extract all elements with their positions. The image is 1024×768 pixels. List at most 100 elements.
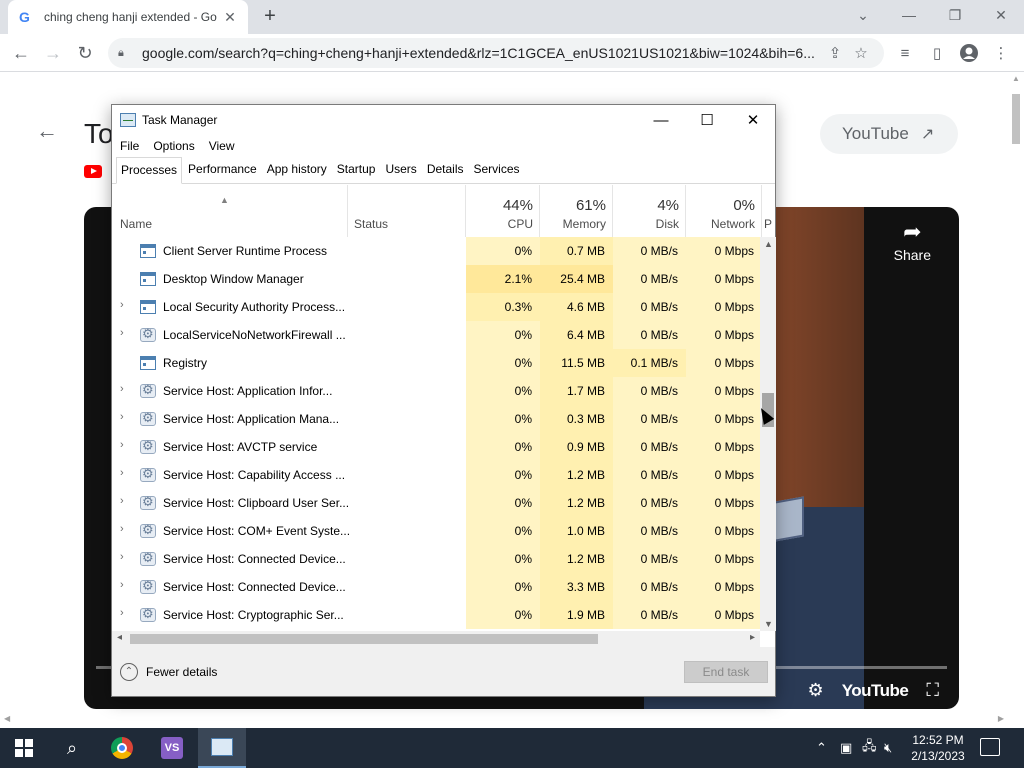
- process-row[interactable]: Client Server Runtime Process 0% 0.7 MB 0 M…: [112, 237, 762, 265]
- url-text[interactable]: google.com/search?q=ching+cheng+hanji+ex…: [142, 45, 822, 61]
- close-window-button[interactable]: ✕: [978, 0, 1024, 30]
- process-row[interactable]: › Service Host: AVCTP service 0%0.9 MB0 MB…: [112, 433, 762, 461]
- menu-view[interactable]: View: [209, 139, 235, 153]
- share-icon[interactable]: ⇪: [822, 44, 848, 62]
- address-bar[interactable]: 🔒︎ google.com/search?q=ching+cheng+hanji…: [108, 38, 884, 68]
- start-button[interactable]: [0, 728, 48, 768]
- page-vertical-scrollbar[interactable]: ▲: [1008, 72, 1024, 712]
- youtube-chip[interactable]: YouTube ↗: [820, 114, 958, 154]
- page-horizontal-scrollbar[interactable]: ◀ ▶: [0, 712, 1024, 728]
- tab-close-icon[interactable]: ✕: [222, 9, 238, 26]
- scroll-right-arrow-icon[interactable]: ▸: [750, 632, 755, 643]
- system-clock[interactable]: 12:52 PM 2/13/2023: [908, 732, 968, 764]
- process-row[interactable]: › Service Host: Clipboard User Ser... 0%1.…: [112, 489, 762, 517]
- chevron-up-icon[interactable]: ⌃: [120, 663, 138, 681]
- scroll-left-arrow-icon[interactable]: ◀: [4, 714, 10, 723]
- process-row[interactable]: › Service Host: Connected Device... 0%3.3 …: [112, 573, 762, 601]
- menu-file[interactable]: File: [120, 139, 139, 153]
- chrome-menu-icon[interactable]: ⋮: [986, 38, 1016, 68]
- tab-performance[interactable]: Performance: [184, 157, 261, 183]
- settings-gear-icon[interactable]: ⚙: [808, 680, 824, 701]
- expand-chevron-icon[interactable]: ›: [120, 383, 124, 395]
- expand-chevron-icon[interactable]: ›: [120, 495, 124, 507]
- scroll-left-arrow-icon[interactable]: ◂: [117, 632, 122, 643]
- tab-startup[interactable]: Startup: [333, 157, 380, 183]
- expand-chevron-icon[interactable]: ›: [120, 299, 124, 311]
- minimize-button[interactable]: —: [886, 0, 932, 30]
- page-scroll-thumb[interactable]: [1012, 94, 1020, 144]
- tm-close-button[interactable]: ✕: [730, 105, 776, 135]
- scroll-down-arrow-icon[interactable]: ▼: [764, 619, 773, 629]
- tray-app-icon[interactable]: ▣: [840, 728, 852, 768]
- process-memory: 1.2 MB: [540, 461, 613, 489]
- back-button[interactable]: ←: [6, 38, 36, 68]
- scroll-up-arrow-icon[interactable]: ▲: [1012, 74, 1020, 83]
- restore-button[interactable]: ❐: [932, 0, 978, 30]
- reload-button[interactable]: ↻: [70, 38, 100, 68]
- process-list-horizontal-scrollbar[interactable]: ◂ ▸: [112, 631, 760, 647]
- expand-chevron-icon[interactable]: ›: [120, 551, 124, 563]
- menu-options[interactable]: Options: [153, 139, 194, 153]
- bookmark-star-icon[interactable]: ☆: [848, 44, 874, 62]
- process-row[interactable]: › Service Host: Capability Access ... 0%1.…: [112, 461, 762, 489]
- tm-minimize-button[interactable]: —: [638, 105, 684, 135]
- expand-chevron-icon[interactable]: ›: [120, 607, 124, 619]
- expand-chevron-icon[interactable]: ›: [120, 579, 124, 591]
- process-row[interactable]: Desktop Window Manager 2.1% 25.4 MB 0 MB/s 0…: [112, 265, 762, 293]
- browser-tab[interactable]: G ching cheng hanji extended - Go ✕: [8, 0, 248, 34]
- fewer-details-link[interactable]: Fewer details: [146, 665, 217, 679]
- youtube-logo[interactable]: YouTube: [842, 681, 909, 701]
- taskbar-chrome[interactable]: [98, 728, 146, 768]
- tab-users[interactable]: Users: [381, 157, 420, 183]
- tm-maximize-button[interactable]: ☐: [684, 105, 730, 135]
- tab-details[interactable]: Details: [423, 157, 468, 183]
- task-manager-titlebar[interactable]: Task Manager — ☐ ✕: [112, 105, 775, 135]
- tab-search-icon[interactable]: ⌄: [840, 0, 886, 30]
- column-network[interactable]: 0% Network: [686, 185, 762, 237]
- lock-icon[interactable]: 🔒︎: [118, 47, 132, 60]
- end-task-button[interactable]: End task: [684, 661, 768, 683]
- column-power-partial[interactable]: P: [762, 185, 775, 237]
- new-tab-button[interactable]: +: [258, 4, 282, 28]
- expand-chevron-icon[interactable]: ›: [120, 439, 124, 451]
- process-row[interactable]: › Service Host: Cryptographic Ser... 0%1.9…: [112, 601, 762, 629]
- expand-chevron-icon[interactable]: ›: [120, 523, 124, 535]
- expand-chevron-icon[interactable]: ›: [120, 467, 124, 479]
- scroll-right-arrow-icon[interactable]: ▶: [998, 714, 1004, 723]
- forward-button[interactable]: →: [38, 38, 68, 68]
- tab-services[interactable]: Services: [470, 157, 524, 183]
- fullscreen-icon[interactable]: ⛶: [926, 680, 939, 701]
- expand-chevron-icon[interactable]: ›: [120, 327, 124, 339]
- process-row[interactable]: › Service Host: Connected Device... 0%1.2 …: [112, 545, 762, 573]
- process-row[interactable]: › Service Host: Application Mana... 0%0.3 …: [112, 405, 762, 433]
- notification-center-icon[interactable]: [980, 738, 1000, 756]
- column-name[interactable]: Name: [112, 185, 348, 237]
- share-button[interactable]: ➦ Share: [894, 219, 931, 263]
- column-memory[interactable]: 61% Memory: [540, 185, 613, 237]
- side-panel-icon[interactable]: ▯: [922, 38, 952, 68]
- process-row[interactable]: › LocalServiceNoNetworkFirewall ... 0%6.4 …: [112, 321, 762, 349]
- process-row[interactable]: › Service Host: Application Infor... 0%1.7…: [112, 377, 762, 405]
- profile-avatar-icon[interactable]: [954, 38, 984, 68]
- process-list-vertical-scrollbar[interactable]: ▲ ▼: [760, 237, 776, 631]
- back-arrow-icon[interactable]: ←: [36, 118, 58, 144]
- process-row[interactable]: › Local Security Authority Process... 0.3%…: [112, 293, 762, 321]
- media-control-icon[interactable]: ≡: [890, 38, 920, 68]
- taskbar-task-manager[interactable]: [198, 728, 246, 768]
- network-icon[interactable]: 🖧︎: [862, 728, 877, 768]
- column-disk[interactable]: 4% Disk: [613, 185, 686, 237]
- column-cpu[interactable]: 44% CPU: [466, 185, 540, 237]
- taskbar-visual-studio[interactable]: VS: [148, 728, 196, 768]
- tab-app-history[interactable]: App history: [263, 157, 331, 183]
- show-hidden-icons-chevron-icon[interactable]: ⌃: [816, 728, 827, 768]
- column-status[interactable]: Status: [348, 185, 466, 237]
- expand-chevron-icon[interactable]: ›: [120, 411, 124, 423]
- taskbar-search-icon[interactable]: ⌕: [48, 728, 96, 768]
- task-manager-app-icon: [120, 113, 136, 127]
- scroll-up-arrow-icon[interactable]: ▲: [764, 239, 773, 249]
- horizontal-scroll-thumb[interactable]: [130, 634, 598, 644]
- tab-processes[interactable]: Processes: [116, 157, 183, 184]
- process-row[interactable]: Registry 0% 11.5 MB 0.1 MB/s 0 Mbps: [112, 349, 762, 377]
- process-row[interactable]: › Service Host: COM+ Event Syste... 0%1.0 …: [112, 517, 762, 545]
- volume-muted-icon[interactable]: 🔇︎: [884, 728, 892, 768]
